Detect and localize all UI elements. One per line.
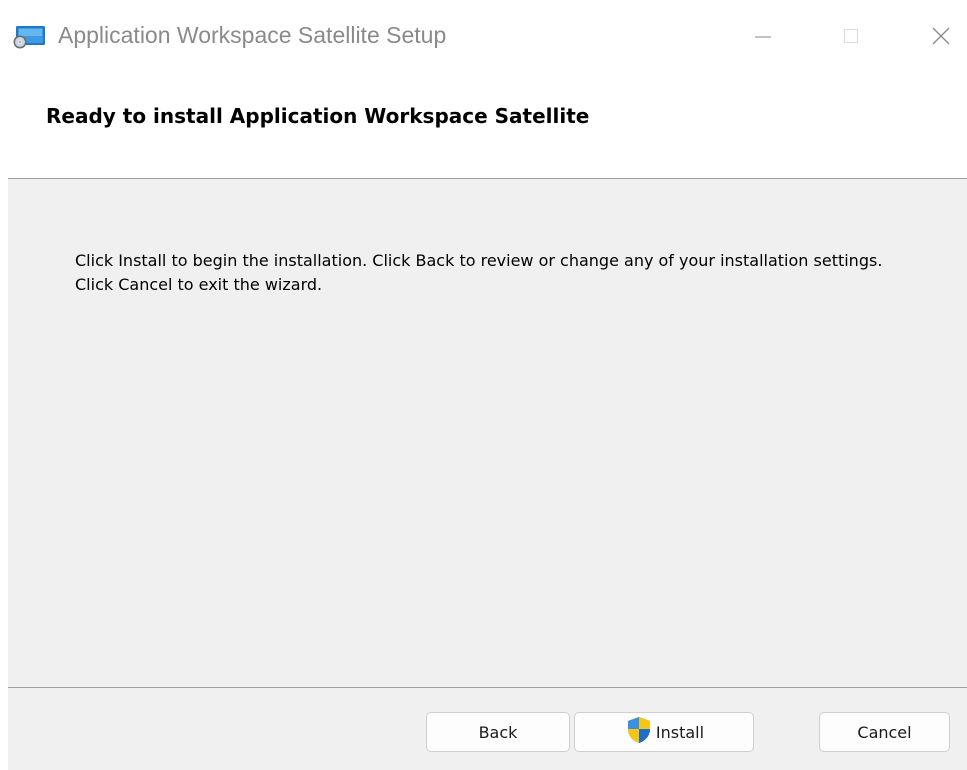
cancel-button[interactable]: Cancel (819, 712, 950, 752)
install-button-label: Install (655, 722, 705, 742)
wizard-body: Click Install to begin the installation.… (8, 179, 967, 687)
setup-window: Application Workspace Satellite Setup Re… (0, 0, 967, 770)
title-bar[interactable]: Application Workspace Satellite Setup (0, 0, 967, 78)
window-title: Application Workspace Satellite Setup (58, 22, 447, 48)
instructions-text: Click Install to begin the installation.… (75, 251, 883, 294)
back-button-label: Back (478, 722, 518, 742)
wizard-header: Ready to install Application Workspace S… (0, 78, 967, 178)
page-title: Ready to install Application Workspace S… (46, 104, 590, 128)
maximize-icon (843, 28, 859, 44)
installer-app-icon (13, 26, 45, 49)
uac-shield-icon (627, 717, 650, 743)
minimize-button[interactable] (740, 16, 786, 56)
close-button[interactable] (918, 16, 964, 56)
install-button[interactable]: Install (574, 712, 754, 752)
maximize-button[interactable] (828, 16, 874, 56)
close-icon (932, 27, 950, 45)
wizard-footer: Back Install Cancel (8, 688, 967, 770)
back-button[interactable]: Back (426, 712, 570, 752)
cancel-button-label: Cancel (857, 722, 912, 742)
minimize-icon (755, 36, 771, 38)
